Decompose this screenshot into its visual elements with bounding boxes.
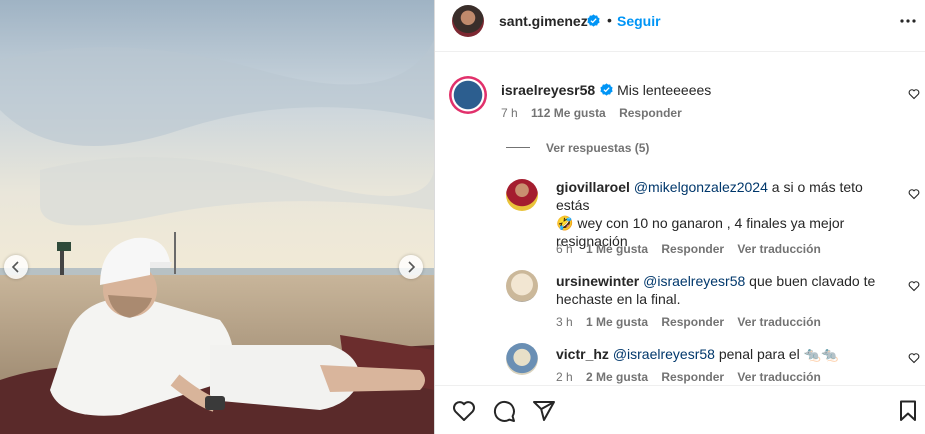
next-photo-button[interactable]	[399, 255, 423, 279]
reply-likes[interactable]: 1 Me gusta	[586, 242, 648, 256]
bookmark-icon[interactable]	[896, 399, 920, 423]
reply-avatar[interactable]	[506, 179, 538, 211]
heart-icon[interactable]	[908, 352, 920, 364]
chevron-left-icon	[11, 261, 19, 273]
reply-text: hechaste en la final.	[556, 291, 681, 307]
reply-item: giovillaroel @mikelgonzalez2024 a si o m…	[435, 176, 925, 261]
header-separator: •	[607, 12, 612, 28]
reply-meta: 6 h 1 Me gusta Responder Ver traducción	[556, 242, 831, 256]
reply-username[interactable]: ursinewinter	[556, 273, 639, 289]
author-username[interactable]: sant.gimenez	[499, 13, 588, 29]
chevron-right-icon	[408, 261, 416, 273]
reply-button[interactable]: Responder	[661, 370, 724, 384]
reply-mention[interactable]: @mikelgonzalez2024	[634, 179, 768, 195]
comment-username[interactable]: israelreyesr58	[501, 82, 595, 98]
header-divider	[435, 51, 925, 52]
view-replies-link[interactable]: Ver respuestas (5)	[546, 141, 649, 155]
author-avatar[interactable]	[452, 5, 484, 37]
reply-emoji: 🐀🐀	[803, 346, 839, 362]
reply-emoji: 🤣	[556, 215, 574, 231]
reply-meta: 2 h 2 Me gusta Responder Ver traducción	[556, 370, 831, 384]
reply-mention[interactable]: @israelreyesr58	[643, 273, 745, 289]
beach-photo-image	[0, 0, 434, 434]
comment-text: Mis lenteeeees	[617, 82, 712, 98]
comment-likes[interactable]: 112 Me gusta	[531, 106, 606, 120]
reply-time: 6 h	[556, 242, 573, 256]
post-photo	[0, 0, 434, 434]
verified-badge-icon	[600, 83, 613, 96]
reply-text: wey con 10 no ganaron , 4 finales ya mej…	[573, 215, 845, 231]
reply-time: 3 h	[556, 315, 573, 329]
commenter-avatar[interactable]	[449, 76, 487, 114]
share-icon[interactable]	[532, 399, 556, 423]
heart-icon[interactable]	[452, 399, 476, 423]
comment-meta: 7 h 112 Me gusta Responder	[501, 106, 692, 120]
heart-icon[interactable]	[908, 280, 920, 292]
reply-avatar[interactable]	[506, 270, 538, 302]
reply-likes[interactable]: 1 Me gusta	[586, 315, 648, 329]
actions-divider	[435, 385, 925, 386]
translate-button[interactable]: Ver traducción	[737, 315, 820, 329]
post-header: sant.gimenez • Seguir	[435, 0, 925, 43]
reply-time: 2 h	[556, 370, 573, 384]
comment-item: israelreyesr58 Mis lenteeeees 7 h 112 Me…	[435, 70, 925, 130]
more-horizontal-icon[interactable]	[899, 14, 917, 28]
reply-button[interactable]: Responder	[619, 106, 682, 120]
comment-time: 7 h	[501, 106, 518, 120]
post-side-panel: sant.gimenez • Seguir israelreyesr58 Mis…	[434, 0, 925, 434]
reply-mention[interactable]: @israelreyesr58	[613, 346, 715, 362]
reply-meta: 3 h 1 Me gusta Responder Ver traducción	[556, 315, 831, 329]
translate-button[interactable]: Ver traducción	[737, 370, 820, 384]
reply-text: que buen clavado te	[745, 273, 876, 289]
reply-avatar[interactable]	[506, 343, 538, 375]
reply-item: ursinewinter @israelreyesr58 que buen cl…	[435, 270, 925, 330]
heart-icon[interactable]	[908, 188, 920, 200]
replies-line	[506, 147, 530, 148]
translate-button[interactable]: Ver traducción	[737, 242, 820, 256]
heart-icon[interactable]	[908, 88, 920, 100]
reply-username[interactable]: giovillaroel	[556, 179, 630, 195]
verified-badge-icon	[587, 14, 600, 27]
reply-button[interactable]: Responder	[661, 315, 724, 329]
reply-username[interactable]: victr_hz	[556, 346, 609, 362]
comment-icon[interactable]	[492, 399, 516, 423]
reply-text: penal para el	[714, 346, 804, 362]
reply-likes[interactable]: 2 Me gusta	[586, 370, 648, 384]
follow-button[interactable]: Seguir	[617, 13, 661, 29]
reply-button[interactable]: Responder	[661, 242, 724, 256]
reply-item: victr_hz @israelreyesr58 penal para el 🐀…	[435, 343, 925, 385]
previous-photo-button[interactable]	[4, 255, 28, 279]
